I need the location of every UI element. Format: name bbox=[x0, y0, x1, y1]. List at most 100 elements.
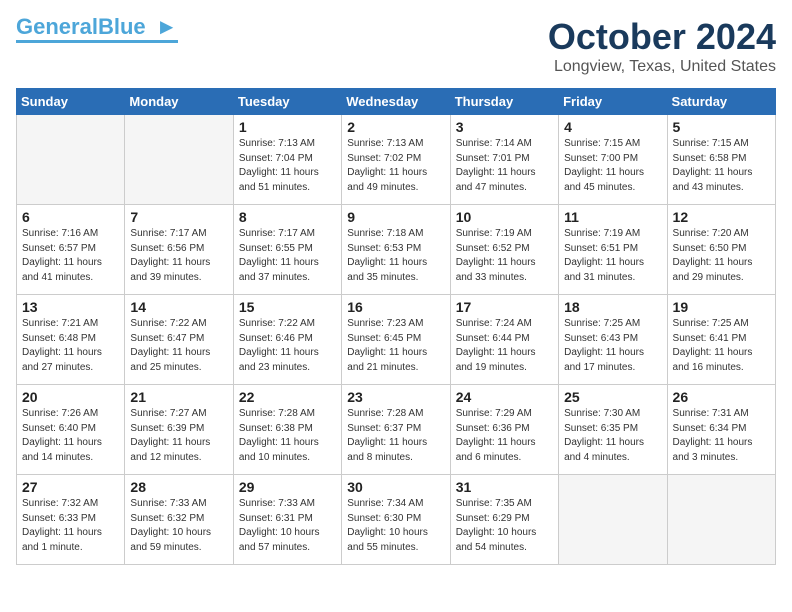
calendar-cell: 27 Sunrise: 7:32 AM Sunset: 6:33 PM Dayli… bbox=[17, 475, 125, 565]
day-detail: Sunrise: 7:22 AM Sunset: 6:47 PM Dayligh… bbox=[130, 317, 227, 375]
day-detail: Sunrise: 7:32 AM Sunset: 6:33 PM Dayligh… bbox=[22, 497, 119, 555]
location: Longview, Texas, United States bbox=[548, 58, 776, 76]
logo: GeneralBlue ► bbox=[16, 16, 178, 43]
day-number: 4 bbox=[564, 119, 661, 135]
day-number: 7 bbox=[130, 209, 227, 225]
day-number: 13 bbox=[22, 299, 119, 315]
day-detail: Sunrise: 7:17 AM Sunset: 6:55 PM Dayligh… bbox=[239, 227, 336, 285]
day-number: 3 bbox=[456, 119, 553, 135]
day-number: 11 bbox=[564, 209, 661, 225]
day-number: 27 bbox=[22, 479, 119, 495]
calendar-table: SundayMondayTuesdayWednesdayThursdayFrid… bbox=[16, 88, 776, 565]
calendar-cell: 1 Sunrise: 7:13 AM Sunset: 7:04 PM Daylig… bbox=[233, 115, 341, 205]
day-detail: Sunrise: 7:18 AM Sunset: 6:53 PM Dayligh… bbox=[347, 227, 444, 285]
weekday-header-wednesday: Wednesday bbox=[342, 89, 450, 115]
day-number: 30 bbox=[347, 479, 444, 495]
calendar-cell: 25 Sunrise: 7:30 AM Sunset: 6:35 PM Dayli… bbox=[559, 385, 667, 475]
page-header: GeneralBlue ► October 2024 Longview, Tex… bbox=[16, 16, 776, 76]
day-number: 20 bbox=[22, 389, 119, 405]
calendar-cell: 3 Sunrise: 7:14 AM Sunset: 7:01 PM Daylig… bbox=[450, 115, 558, 205]
day-detail: Sunrise: 7:25 AM Sunset: 6:41 PM Dayligh… bbox=[673, 317, 770, 375]
calendar-cell: 9 Sunrise: 7:18 AM Sunset: 6:53 PM Daylig… bbox=[342, 205, 450, 295]
day-detail: Sunrise: 7:19 AM Sunset: 6:52 PM Dayligh… bbox=[456, 227, 553, 285]
day-detail: Sunrise: 7:31 AM Sunset: 6:34 PM Dayligh… bbox=[673, 407, 770, 465]
day-number: 23 bbox=[347, 389, 444, 405]
day-number: 25 bbox=[564, 389, 661, 405]
day-number: 24 bbox=[456, 389, 553, 405]
calendar-cell bbox=[667, 475, 775, 565]
day-number: 17 bbox=[456, 299, 553, 315]
weekday-header-monday: Monday bbox=[125, 89, 233, 115]
day-detail: Sunrise: 7:35 AM Sunset: 6:29 PM Dayligh… bbox=[456, 497, 553, 555]
calendar-cell: 28 Sunrise: 7:33 AM Sunset: 6:32 PM Dayli… bbox=[125, 475, 233, 565]
day-detail: Sunrise: 7:24 AM Sunset: 6:44 PM Dayligh… bbox=[456, 317, 553, 375]
day-number: 26 bbox=[673, 389, 770, 405]
day-number: 15 bbox=[239, 299, 336, 315]
calendar-cell: 2Sunrise: 7:13 AM Sunset: 7:02 PM Daylig… bbox=[342, 115, 450, 205]
day-detail: Sunrise: 7:34 AM Sunset: 6:30 PM Dayligh… bbox=[347, 497, 444, 555]
day-detail: Sunrise: 7:27 AM Sunset: 6:39 PM Dayligh… bbox=[130, 407, 227, 465]
logo-underline bbox=[16, 40, 178, 43]
calendar-cell: 14Sunrise: 7:22 AM Sunset: 6:47 PM Dayli… bbox=[125, 295, 233, 385]
calendar-cell: 18 Sunrise: 7:25 AM Sunset: 6:43 PM Dayli… bbox=[559, 295, 667, 385]
day-number: 9 bbox=[347, 209, 444, 225]
weekday-header-row: SundayMondayTuesdayWednesdayThursdayFrid… bbox=[17, 89, 776, 115]
logo-text: GeneralBlue ► bbox=[16, 16, 178, 38]
calendar-cell bbox=[17, 115, 125, 205]
weekday-header-friday: Friday bbox=[559, 89, 667, 115]
day-detail: Sunrise: 7:17 AM Sunset: 6:56 PM Dayligh… bbox=[130, 227, 227, 285]
day-detail: Sunrise: 7:14 AM Sunset: 7:01 PM Dayligh… bbox=[456, 137, 553, 195]
logo-general: General bbox=[16, 14, 98, 39]
week-row-5: 27 Sunrise: 7:32 AM Sunset: 6:33 PM Dayli… bbox=[17, 475, 776, 565]
weekday-header-saturday: Saturday bbox=[667, 89, 775, 115]
day-detail: Sunrise: 7:22 AM Sunset: 6:46 PM Dayligh… bbox=[239, 317, 336, 375]
day-number: 28 bbox=[130, 479, 227, 495]
day-number: 10 bbox=[456, 209, 553, 225]
day-number: 2 bbox=[347, 119, 444, 135]
calendar-cell: 12 Sunrise: 7:20 AM Sunset: 6:50 PM Dayli… bbox=[667, 205, 775, 295]
day-detail: Sunrise: 7:23 AM Sunset: 6:45 PM Dayligh… bbox=[347, 317, 444, 375]
calendar-cell: 24 Sunrise: 7:29 AM Sunset: 6:36 PM Dayli… bbox=[450, 385, 558, 475]
day-detail: Sunrise: 7:21 AM Sunset: 6:48 PM Dayligh… bbox=[22, 317, 119, 375]
day-detail: Sunrise: 7:33 AM Sunset: 6:31 PM Dayligh… bbox=[239, 497, 336, 555]
calendar-cell: 8Sunrise: 7:17 AM Sunset: 6:55 PM Daylig… bbox=[233, 205, 341, 295]
calendar-cell: 26 Sunrise: 7:31 AM Sunset: 6:34 PM Dayli… bbox=[667, 385, 775, 475]
calendar-body: 1 Sunrise: 7:13 AM Sunset: 7:04 PM Daylig… bbox=[17, 115, 776, 565]
weekday-header-tuesday: Tuesday bbox=[233, 89, 341, 115]
day-number: 6 bbox=[22, 209, 119, 225]
month-title: October 2024 bbox=[548, 16, 776, 58]
week-row-1: 1 Sunrise: 7:13 AM Sunset: 7:04 PM Daylig… bbox=[17, 115, 776, 205]
day-number: 12 bbox=[673, 209, 770, 225]
calendar-cell: 23 Sunrise: 7:28 AM Sunset: 6:37 PM Dayli… bbox=[342, 385, 450, 475]
day-number: 18 bbox=[564, 299, 661, 315]
day-number: 16 bbox=[347, 299, 444, 315]
calendar-cell: 4Sunrise: 7:15 AM Sunset: 7:00 PM Daylig… bbox=[559, 115, 667, 205]
calendar-cell: 5 Sunrise: 7:15 AM Sunset: 6:58 PM Daylig… bbox=[667, 115, 775, 205]
calendar-cell: 11Sunrise: 7:19 AM Sunset: 6:51 PM Dayli… bbox=[559, 205, 667, 295]
calendar-cell: 6 Sunrise: 7:16 AM Sunset: 6:57 PM Daylig… bbox=[17, 205, 125, 295]
calendar-cell: 20Sunrise: 7:26 AM Sunset: 6:40 PM Dayli… bbox=[17, 385, 125, 475]
calendar-cell: 16 Sunrise: 7:23 AM Sunset: 6:45 PM Dayli… bbox=[342, 295, 450, 385]
day-number: 5 bbox=[673, 119, 770, 135]
day-detail: Sunrise: 7:13 AM Sunset: 7:04 PM Dayligh… bbox=[239, 137, 336, 195]
calendar-cell: 17 Sunrise: 7:24 AM Sunset: 6:44 PM Dayli… bbox=[450, 295, 558, 385]
calendar-cell bbox=[125, 115, 233, 205]
day-number: 29 bbox=[239, 479, 336, 495]
calendar-cell: 7 Sunrise: 7:17 AM Sunset: 6:56 PM Daylig… bbox=[125, 205, 233, 295]
calendar-cell: 31 Sunrise: 7:35 AM Sunset: 6:29 PM Dayli… bbox=[450, 475, 558, 565]
day-detail: Sunrise: 7:30 AM Sunset: 6:35 PM Dayligh… bbox=[564, 407, 661, 465]
calendar-cell bbox=[559, 475, 667, 565]
day-detail: Sunrise: 7:29 AM Sunset: 6:36 PM Dayligh… bbox=[456, 407, 553, 465]
day-detail: Sunrise: 7:33 AM Sunset: 6:32 PM Dayligh… bbox=[130, 497, 227, 555]
day-detail: Sunrise: 7:25 AM Sunset: 6:43 PM Dayligh… bbox=[564, 317, 661, 375]
day-detail: Sunrise: 7:28 AM Sunset: 6:37 PM Dayligh… bbox=[347, 407, 444, 465]
calendar-cell: 29 Sunrise: 7:33 AM Sunset: 6:31 PM Dayli… bbox=[233, 475, 341, 565]
title-section: October 2024 Longview, Texas, United Sta… bbox=[548, 16, 776, 76]
calendar-cell: 19Sunrise: 7:25 AM Sunset: 6:41 PM Dayli… bbox=[667, 295, 775, 385]
weekday-header-thursday: Thursday bbox=[450, 89, 558, 115]
day-number: 1 bbox=[239, 119, 336, 135]
day-number: 31 bbox=[456, 479, 553, 495]
day-detail: Sunrise: 7:16 AM Sunset: 6:57 PM Dayligh… bbox=[22, 227, 119, 285]
day-detail: Sunrise: 7:15 AM Sunset: 6:58 PM Dayligh… bbox=[673, 137, 770, 195]
day-detail: Sunrise: 7:20 AM Sunset: 6:50 PM Dayligh… bbox=[673, 227, 770, 285]
